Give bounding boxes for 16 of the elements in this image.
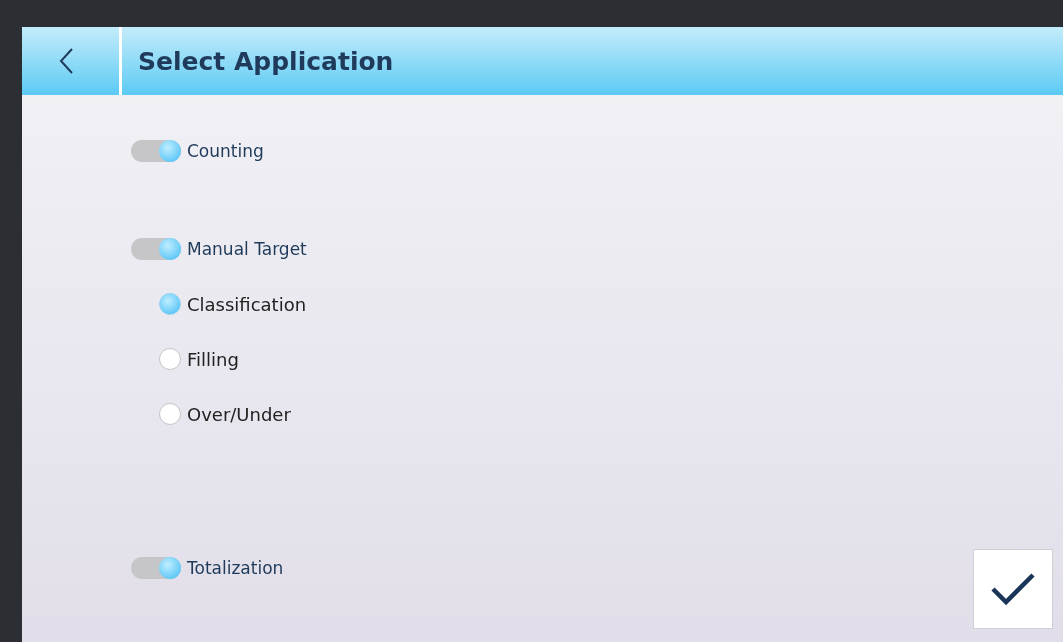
radio-button[interactable]	[159, 293, 181, 315]
option-label: Totalization	[187, 558, 284, 578]
toggle-switch[interactable]	[131, 557, 181, 579]
confirm-button[interactable]	[973, 549, 1053, 629]
radio-button[interactable]	[159, 348, 181, 370]
option-label: Counting	[187, 141, 264, 161]
option-label: Over/Under	[187, 403, 291, 425]
option-label: Manual Target	[187, 239, 307, 259]
toggle-switch[interactable]	[131, 238, 181, 260]
toggle-switch[interactable]	[131, 140, 181, 162]
radio-button[interactable]	[159, 403, 181, 425]
back-icon	[57, 47, 76, 75]
option-label: Filling	[187, 348, 239, 370]
checkmark-icon	[990, 571, 1036, 607]
screen-title: Select Application	[138, 46, 394, 76]
option-label: Classification	[187, 293, 307, 315]
